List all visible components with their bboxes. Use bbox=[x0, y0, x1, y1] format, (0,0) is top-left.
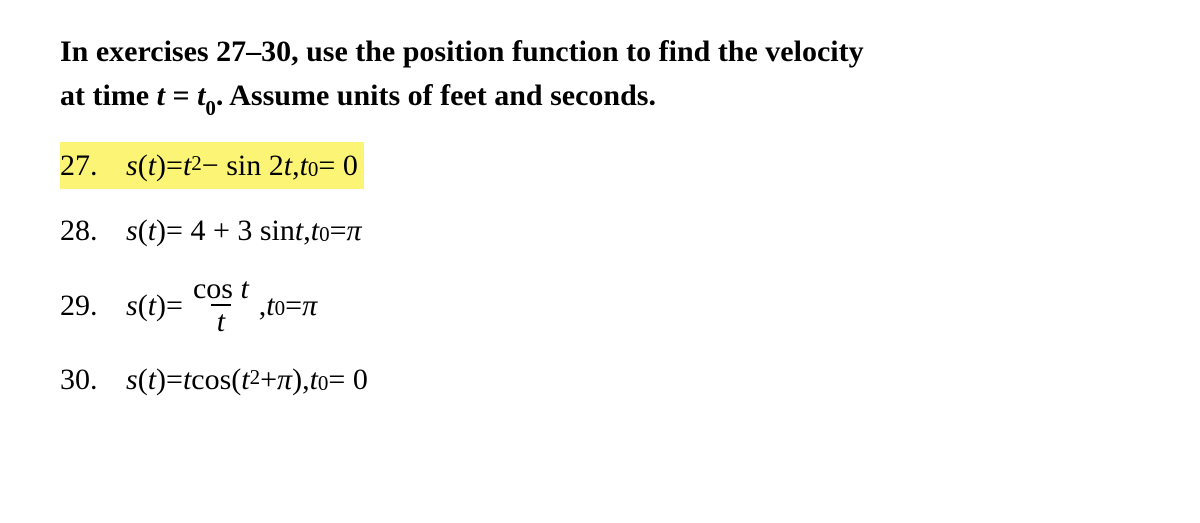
eq-plus-sin: = 4 + 3 sin bbox=[166, 209, 295, 253]
fn-s: s bbox=[126, 144, 138, 188]
var-t2: t bbox=[295, 209, 303, 253]
cos-text: cos bbox=[193, 272, 241, 305]
var-t: t bbox=[148, 284, 156, 328]
paren-open: ( bbox=[138, 358, 148, 402]
paren-close: ) bbox=[156, 284, 166, 328]
eq: = bbox=[166, 284, 183, 328]
exercise-29: 29. s(t) = cos t t , t0 = π bbox=[60, 273, 1200, 338]
eq-zero: = 0 bbox=[318, 144, 357, 188]
pi: π bbox=[302, 284, 317, 328]
exercise-27-math: s(t) = t2 − sin 2t , t0 = 0 bbox=[126, 144, 358, 188]
exercise-28: 28. s(t) = 4 + 3 sin t , t0 = π bbox=[60, 209, 1200, 253]
fraction: cos t t bbox=[187, 273, 255, 338]
exercise-30: 30. s(t) = t cos(t2 + π), t0 = 0 bbox=[60, 358, 1200, 402]
pi: π bbox=[277, 358, 292, 402]
paren-close: ) bbox=[156, 144, 166, 188]
instr-eq: = bbox=[165, 79, 197, 112]
instructions-block: In exercises 27–30, use the position fun… bbox=[60, 30, 1200, 120]
exercise-number: 28. bbox=[60, 209, 108, 253]
instr-var-t: t bbox=[157, 79, 165, 112]
exercise-28-math: s(t) = 4 + 3 sin t , t0 = π bbox=[126, 209, 362, 253]
exercise-27-highlight: 27. s(t) = t2 − sin 2t , t0 = 0 bbox=[60, 142, 364, 190]
page-content: In exercises 27–30, use the position fun… bbox=[0, 0, 1200, 401]
eq2: = bbox=[285, 284, 302, 328]
var-t: t bbox=[148, 358, 156, 402]
t0-t: t bbox=[310, 358, 318, 402]
var-t2: t bbox=[183, 358, 191, 402]
paren-open: ( bbox=[138, 144, 148, 188]
t0-t: t bbox=[311, 209, 319, 253]
paren-open: ( bbox=[138, 209, 148, 253]
var-t3: t bbox=[241, 358, 249, 402]
exercise-number: 27. bbox=[60, 144, 108, 188]
comma: , bbox=[292, 144, 300, 188]
t0-t: t bbox=[266, 284, 274, 328]
instr-t0-sub: 0 bbox=[205, 96, 216, 120]
exercise-29-math: s(t) = cos t t , t0 = π bbox=[126, 273, 317, 338]
fraction-denominator: t bbox=[211, 304, 231, 338]
var-t3: t bbox=[284, 144, 292, 188]
cos-open: cos( bbox=[191, 358, 241, 402]
eq: = bbox=[166, 358, 183, 402]
exercise-30-math: s(t) = t cos(t2 + π), t0 = 0 bbox=[126, 358, 368, 402]
t0-sub: 0 bbox=[308, 154, 319, 184]
paren-open: ( bbox=[138, 284, 148, 328]
fn-s: s bbox=[126, 358, 138, 402]
pi: π bbox=[347, 209, 362, 253]
exercise-number: 30. bbox=[60, 358, 108, 402]
fn-s: s bbox=[126, 284, 138, 328]
exp-2: 2 bbox=[250, 362, 261, 392]
fn-s: s bbox=[126, 209, 138, 253]
instructions-line-2: at time t = t0. Assume units of feet and… bbox=[60, 74, 1200, 120]
t0-sub: 0 bbox=[319, 219, 330, 249]
instr-at-time: at time bbox=[60, 79, 157, 112]
plus: + bbox=[260, 358, 277, 402]
paren-close: ) bbox=[156, 358, 166, 402]
instructions-line-1: In exercises 27–30, use the position fun… bbox=[60, 30, 1200, 74]
comma: , bbox=[303, 209, 311, 253]
minus-sin2: − sin 2 bbox=[202, 144, 284, 188]
close-comma: ), bbox=[292, 358, 310, 402]
fraction-numerator: cos t bbox=[187, 273, 255, 305]
paren-close: ) bbox=[156, 209, 166, 253]
var-t2: t bbox=[183, 144, 191, 188]
var-t: t bbox=[148, 209, 156, 253]
var-t: t bbox=[148, 144, 156, 188]
t0-sub: 0 bbox=[318, 368, 329, 398]
t0-sub: 0 bbox=[275, 293, 286, 323]
cos-var: t bbox=[240, 272, 248, 305]
exp-2: 2 bbox=[191, 148, 202, 178]
exercise-27: 27. s(t) = t2 − sin 2t , t0 = 0 bbox=[60, 142, 1200, 190]
comma: , bbox=[259, 284, 267, 328]
instr-post: . Assume units of feet and seconds. bbox=[216, 79, 656, 112]
eq-zero: = 0 bbox=[328, 358, 367, 402]
t0-t: t bbox=[300, 144, 308, 188]
eq2: = bbox=[330, 209, 347, 253]
exercise-number: 29. bbox=[60, 284, 108, 328]
eq: = bbox=[166, 144, 183, 188]
exercise-list: 27. s(t) = t2 − sin 2t , t0 = 0 28. s(t)… bbox=[60, 142, 1200, 402]
